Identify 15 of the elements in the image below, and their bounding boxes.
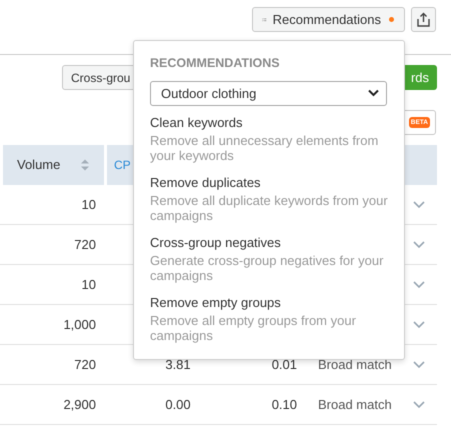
table-cell-text: 0.10 <box>272 396 297 414</box>
match-type: Broad match <box>318 356 392 374</box>
match-type: Broad match <box>318 396 392 414</box>
option-description: Remove all duplicate keywords from your campaigns <box>150 192 388 223</box>
table-cell: 720 <box>0 225 104 265</box>
table-cell: 10 <box>0 185 104 225</box>
table-cell: 720 <box>0 345 104 385</box>
table-cell: 1,000 <box>0 305 104 345</box>
option-description: Remove all empty groups from your campaigns <box>150 312 357 343</box>
table-cell: 10 <box>0 265 104 305</box>
table-cell-text: 3.81 <box>165 356 191 374</box>
table-cell-text: 0.01 <box>272 356 297 374</box>
table-cell: 2,900 <box>0 385 104 425</box>
table-cell-text: 0.00 <box>165 396 191 414</box>
option-description: Generate cross-group negatives for your campaigns <box>150 252 384 283</box>
